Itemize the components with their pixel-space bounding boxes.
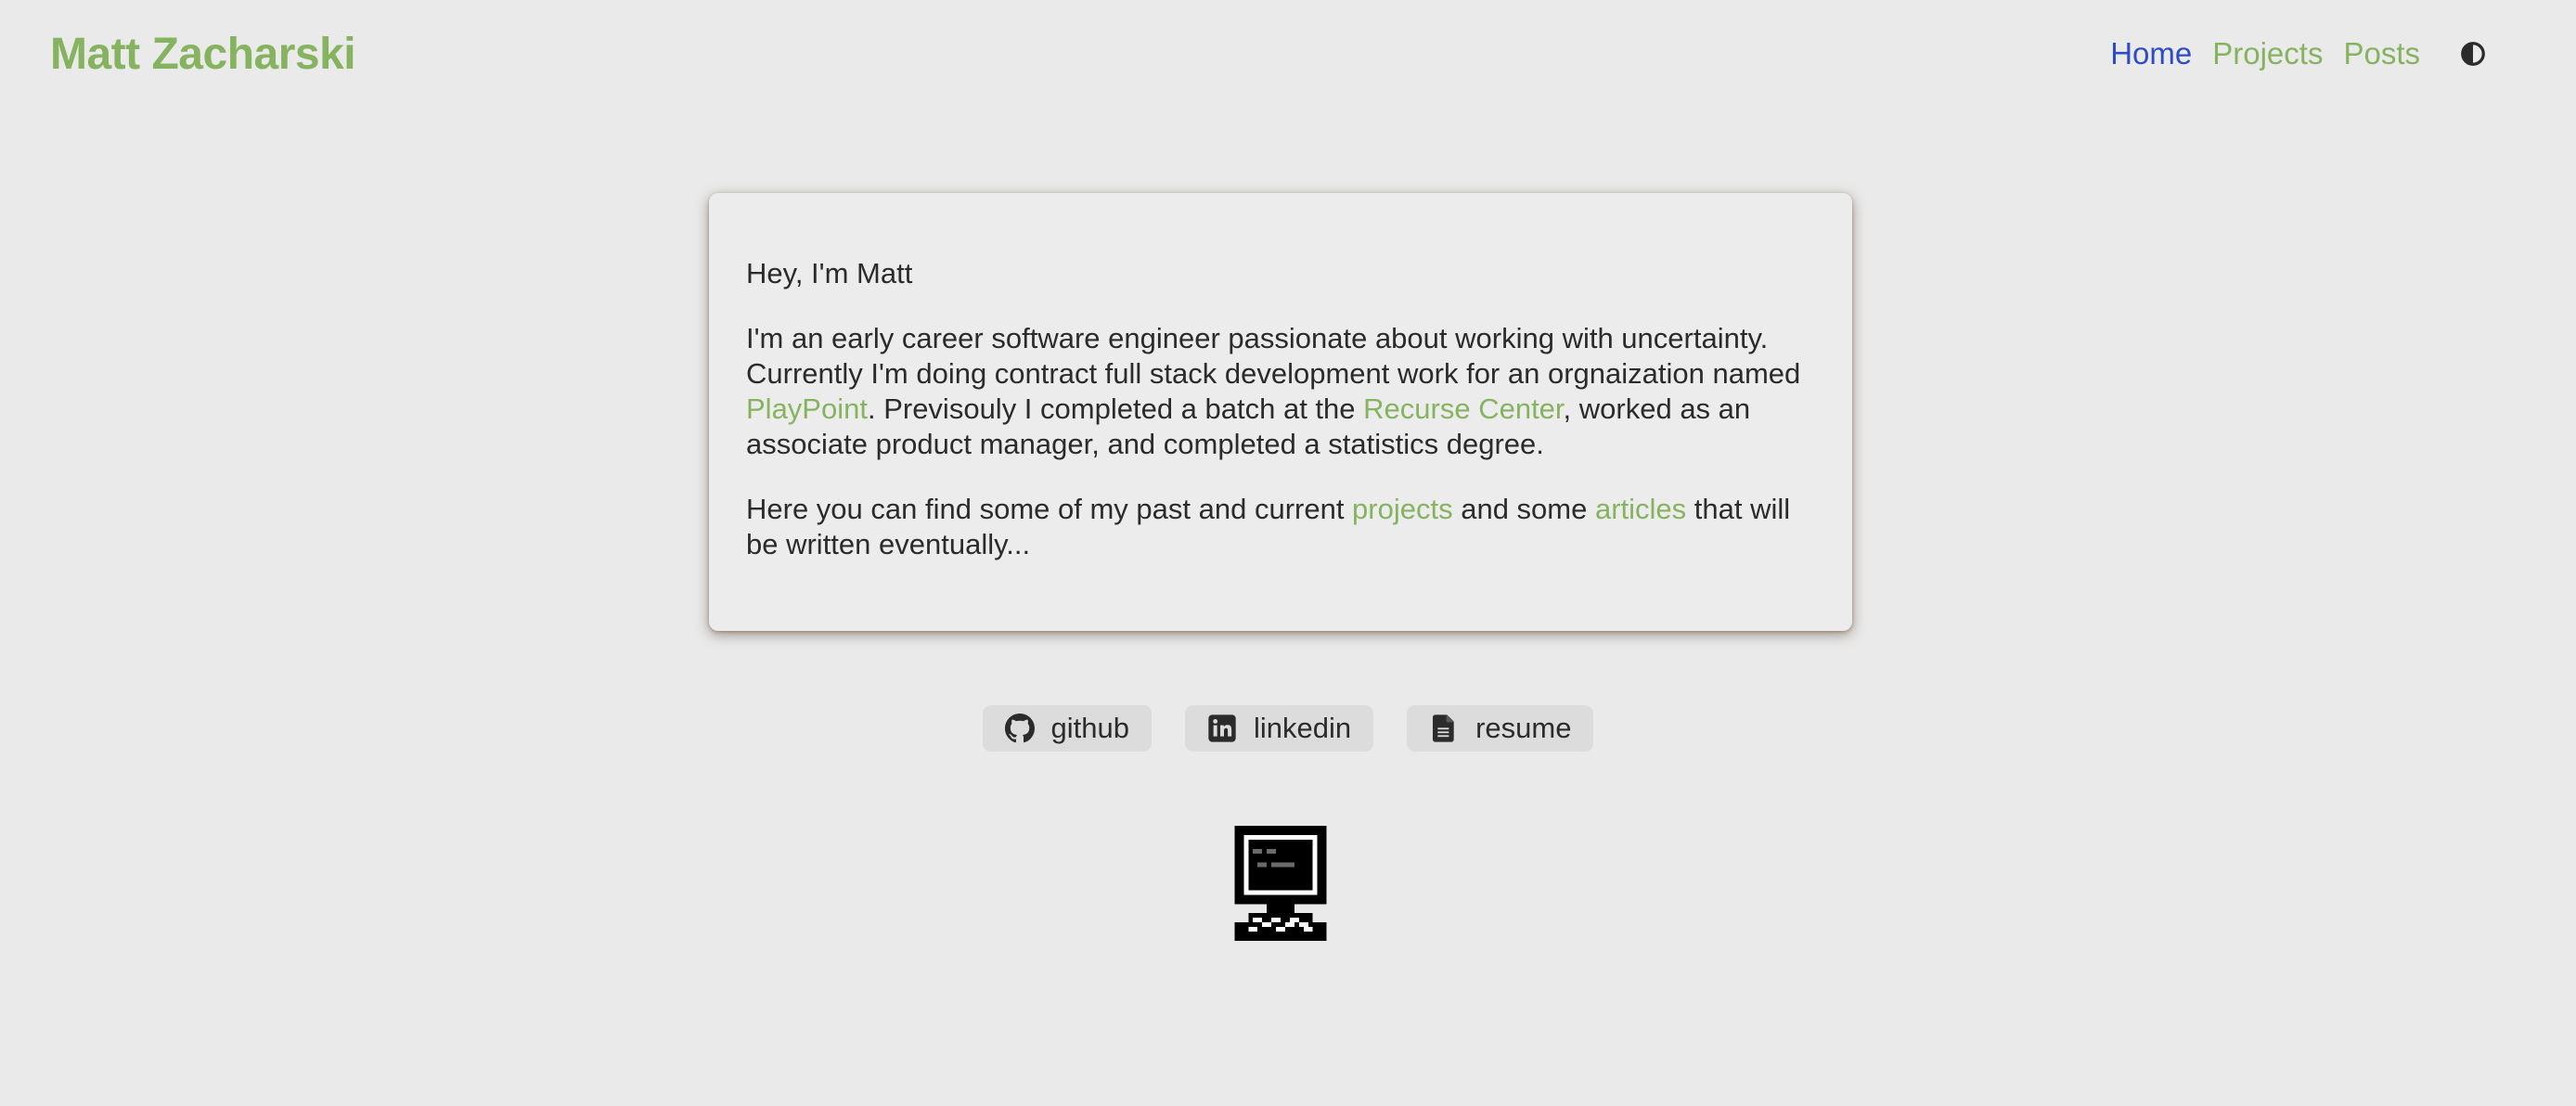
- github-label: github: [1050, 712, 1129, 744]
- theme-toggle-button[interactable]: [2454, 34, 2492, 73]
- playpoint-link[interactable]: PlayPoint: [746, 392, 868, 425]
- explore-text-2: and some: [1452, 493, 1595, 525]
- linkedin-icon: [1208, 714, 1236, 742]
- intro-card: Hey, I'm Matt I'm an early career softwa…: [709, 193, 1852, 631]
- nav-projects-link[interactable]: Projects: [2212, 32, 2323, 76]
- greeting-text: Hey, I'm Matt: [746, 257, 913, 289]
- nav-posts-link[interactable]: Posts: [2343, 32, 2420, 76]
- resume-button[interactable]: resume: [1407, 705, 1594, 752]
- linkedin-label: linkedin: [1253, 712, 1352, 744]
- nav-home-link[interactable]: Home: [2110, 32, 2192, 76]
- pixel-computer-icon: [1234, 826, 1327, 941]
- resume-label: resume: [1475, 712, 1572, 744]
- intro-paragraph: I'm an early career software engineer pa…: [746, 321, 1815, 462]
- intro-greeting: Hey, I'm Matt: [746, 256, 1815, 291]
- social-links: github linkedin resume: [0, 705, 2576, 752]
- github-icon: [1004, 714, 1035, 743]
- explore-paragraph: Here you can find some of my past and cu…: [746, 492, 1815, 562]
- intro-text-1: I'm an early career software engineer pa…: [746, 322, 1801, 390]
- github-button[interactable]: github: [982, 705, 1152, 752]
- projects-link[interactable]: projects: [1352, 493, 1453, 525]
- recurse-center-link[interactable]: Recurse Center: [1363, 392, 1563, 425]
- linkedin-button[interactable]: linkedin: [1184, 705, 1374, 752]
- main-nav: Home Projects Posts: [2110, 32, 2492, 76]
- intro-text-2: . Previsouly I completed a batch at the: [867, 392, 1364, 425]
- site-title[interactable]: Matt Zacharski: [50, 28, 356, 82]
- contrast-half-circle-icon: [2461, 42, 2485, 66]
- explore-text-1: Here you can find some of my past and cu…: [746, 493, 1353, 525]
- articles-link[interactable]: articles: [1595, 493, 1686, 525]
- document-icon: [1433, 714, 1454, 742]
